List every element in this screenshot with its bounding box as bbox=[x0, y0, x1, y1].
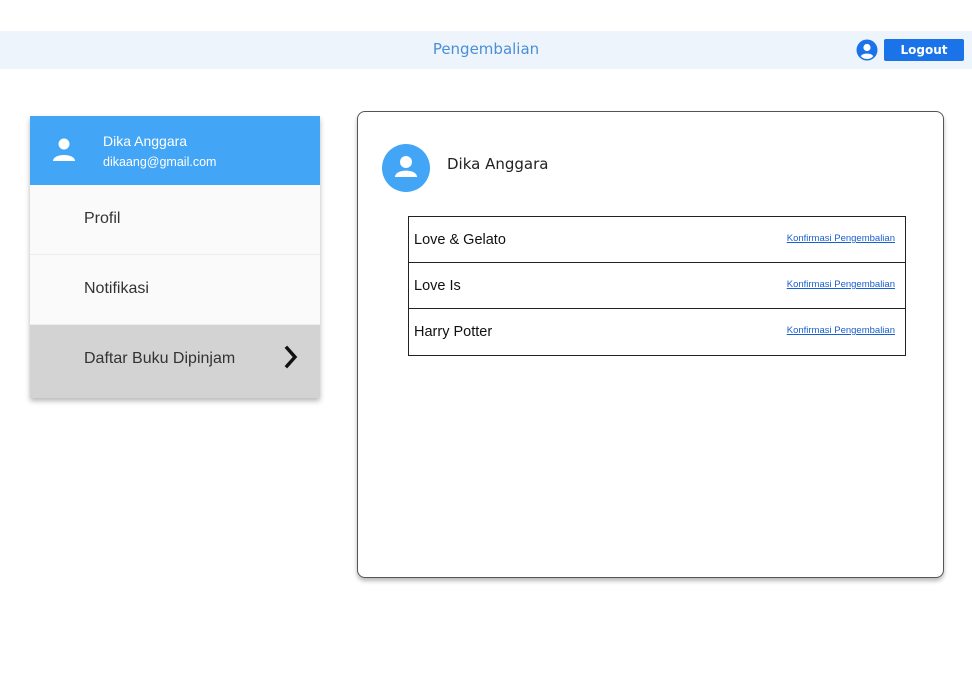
confirm-return-link[interactable]: Konfirmasi Pengembalian bbox=[787, 279, 895, 290]
book-table: Love & Gelato Konfirmasi Pengembalian Lo… bbox=[408, 216, 906, 356]
sidebar-user-email: dikaang@gmail.com bbox=[103, 155, 217, 169]
sidebar-user-name: Dika Anggara bbox=[103, 133, 188, 149]
sidebar-item-notifikasi[interactable]: Notifikasi bbox=[30, 255, 320, 325]
card-user-name: Dika Anggara bbox=[447, 155, 549, 173]
borrowed-books-card: Dika Anggara Love & Gelato Konfirmasi Pe… bbox=[357, 111, 944, 578]
chevron-right-icon bbox=[284, 345, 298, 369]
top-bar: Pengembalian Logout bbox=[0, 31, 972, 69]
sidebar-user-header: Dika Anggara dikaang@gmail.com bbox=[30, 116, 320, 185]
confirm-return-link[interactable]: Konfirmasi Pengembalian bbox=[787, 325, 895, 336]
logout-button[interactable]: Logout bbox=[884, 39, 964, 61]
sidebar-item-label: Daftar Buku Dipinjam bbox=[84, 350, 236, 367]
table-row: Harry Potter Konfirmasi Pengembalian bbox=[409, 309, 905, 355]
table-row: Love & Gelato Konfirmasi Pengembalian bbox=[409, 217, 905, 263]
person-icon bbox=[382, 144, 430, 192]
person-icon bbox=[50, 136, 78, 164]
user-circle-icon[interactable] bbox=[856, 39, 878, 61]
page-title: Pengembalian bbox=[432, 40, 540, 58]
sidebar: Dika Anggara dikaang@gmail.com Profil No… bbox=[30, 116, 320, 398]
confirm-return-link[interactable]: Konfirmasi Pengembalian bbox=[787, 233, 895, 244]
sidebar-item-daftar-buku-dipinjam[interactable]: Daftar Buku Dipinjam bbox=[30, 325, 320, 398]
sidebar-item-profil[interactable]: Profil bbox=[30, 185, 320, 255]
book-title: Love & Gelato bbox=[414, 232, 506, 248]
sidebar-item-label: Profil bbox=[84, 210, 121, 227]
sidebar-item-label: Notifikasi bbox=[84, 280, 149, 297]
table-row: Love Is Konfirmasi Pengembalian bbox=[409, 263, 905, 309]
book-title: Harry Potter bbox=[414, 324, 493, 340]
book-title: Love Is bbox=[414, 278, 461, 294]
